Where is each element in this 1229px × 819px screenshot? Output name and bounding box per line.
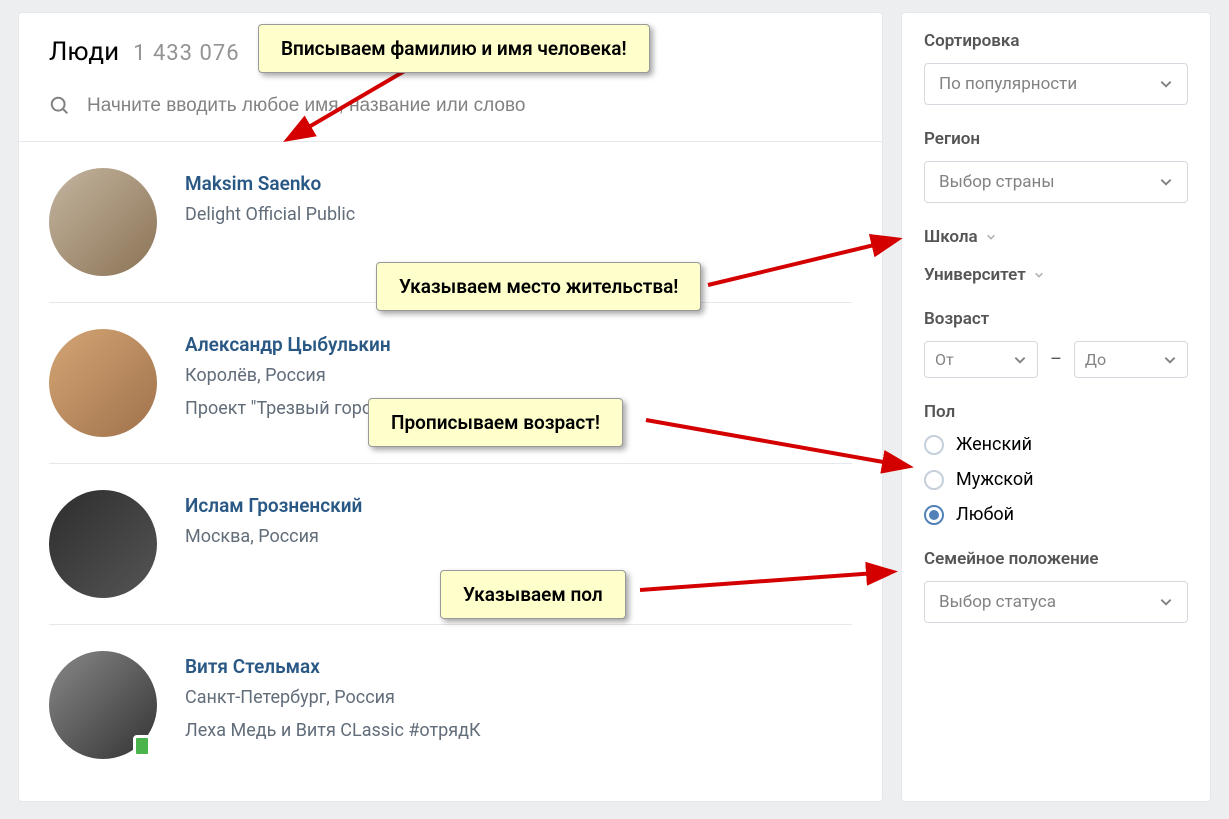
result-name-link[interactable]: Александр Цыбулькин: [185, 333, 481, 356]
radio-icon: [924, 435, 944, 455]
avatar[interactable]: [49, 651, 157, 759]
result-subtitle: Леха Медь и Витя CLassic #отрядК: [185, 717, 481, 744]
results-list: Maksim Saenko Delight Official Public Алек…: [19, 142, 882, 785]
avatar-image: [49, 490, 157, 598]
age-to-select[interactable]: До: [1074, 341, 1188, 378]
school-filter[interactable]: Школа: [924, 227, 1188, 247]
gender-radio-female[interactable]: Женский: [924, 434, 1188, 455]
avatar[interactable]: [49, 329, 157, 437]
chevron-down-icon: [1013, 353, 1027, 367]
online-badge-icon: [133, 735, 151, 757]
age-label: Возраст: [924, 309, 1188, 329]
result-subtitle: Москва, Россия: [185, 523, 362, 550]
chevron-down-icon: [986, 232, 996, 242]
avatar[interactable]: [49, 490, 157, 598]
gender-radio-any[interactable]: Любой: [924, 504, 1188, 525]
result-info: Ислам Грозненский Москва, Россия: [185, 490, 362, 550]
callout-name: Вписываем фамилию и имя человека!: [258, 24, 650, 73]
search-icon: [49, 95, 71, 117]
status-value: Выбор статуса: [939, 592, 1056, 612]
callout-gender: Указываем пол: [440, 570, 626, 619]
status-label: Семейное положение: [924, 549, 1188, 569]
chevron-down-icon: [1034, 270, 1044, 280]
result-item[interactable]: Витя Стельмах Санкт-Петербург, Россия Леха…: [49, 625, 852, 785]
result-name-link[interactable]: Ислам Грозненский: [185, 494, 362, 517]
chevron-down-icon: [1159, 175, 1173, 189]
result-info: Maksim Saenko Delight Official Public: [185, 168, 355, 228]
radio-icon-checked: [924, 505, 944, 525]
region-select[interactable]: Выбор страны: [924, 161, 1188, 203]
result-subtitle: Королёв, Россия: [185, 362, 481, 389]
radio-icon: [924, 470, 944, 490]
avatar[interactable]: [49, 168, 157, 276]
result-subtitle: Delight Official Public: [185, 201, 355, 228]
result-name-link[interactable]: Maksim Saenko: [185, 172, 355, 195]
chevron-down-icon: [1159, 77, 1173, 91]
callout-region: Указываем место жительства!: [376, 262, 701, 311]
gender-radio-male[interactable]: Мужской: [924, 469, 1188, 490]
university-filter[interactable]: Университет: [924, 265, 1188, 285]
chevron-down-icon: [1163, 353, 1177, 367]
result-subtitle: Санкт-Петербург, Россия: [185, 684, 481, 711]
sort-select[interactable]: По популярности: [924, 63, 1188, 105]
chevron-down-icon: [1159, 595, 1173, 609]
region-label: Регион: [924, 129, 1188, 149]
result-name-link[interactable]: Витя Стельмах: [185, 655, 481, 678]
sort-label: Сортировка: [924, 31, 1188, 51]
result-count: 1 433 076: [133, 41, 239, 66]
avatar-image: [49, 329, 157, 437]
search-row: [19, 77, 882, 142]
callout-age: Прописываем возраст!: [368, 398, 623, 447]
filter-sidebar: Сортировка По популярности Регион Выбор …: [901, 12, 1211, 802]
region-value: Выбор страны: [939, 172, 1055, 192]
status-select[interactable]: Выбор статуса: [924, 581, 1188, 623]
sort-value: По популярности: [939, 74, 1077, 94]
page-title: Люди: [49, 37, 119, 67]
avatar-image: [49, 168, 157, 276]
result-info: Витя Стельмах Санкт-Петербург, Россия Леха…: [185, 651, 481, 744]
search-input[interactable]: [87, 95, 852, 117]
gender-label: Пол: [924, 402, 1188, 422]
age-dash: –: [1050, 349, 1062, 370]
age-from-select[interactable]: От: [924, 341, 1038, 378]
